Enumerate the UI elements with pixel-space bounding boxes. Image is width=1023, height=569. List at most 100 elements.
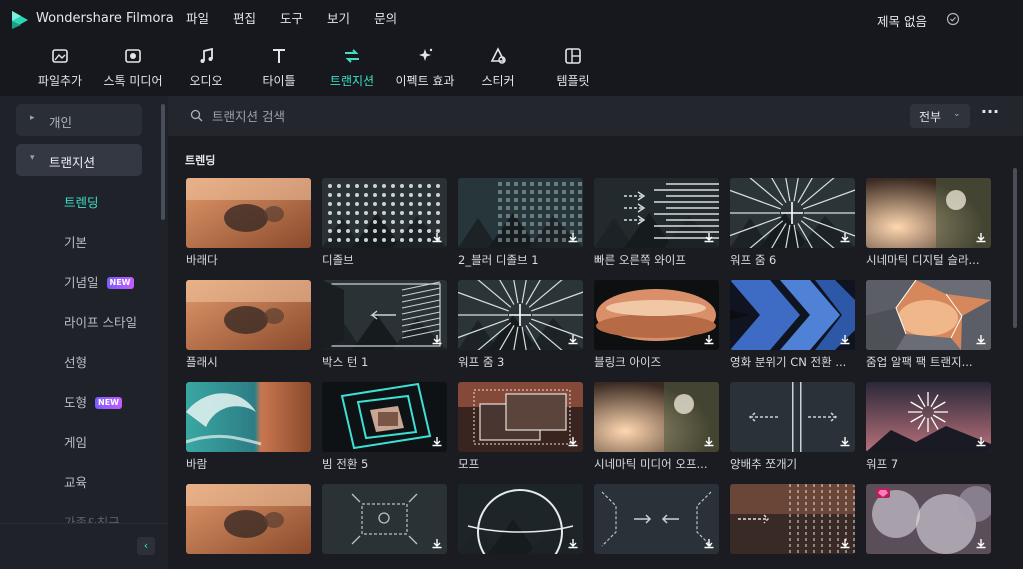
filter-dropdown[interactable]: 전부 ⌄ bbox=[910, 104, 970, 128]
transition-card[interactable]: 바람 bbox=[186, 382, 311, 472]
transition-card[interactable] bbox=[866, 484, 991, 569]
transition-thumbnail[interactable] bbox=[594, 280, 719, 350]
toolbar-tab[interactable]: 스톡 미디어 bbox=[99, 46, 167, 92]
more-options-icon[interactable]: ··· bbox=[979, 104, 1001, 126]
download-icon[interactable] bbox=[702, 231, 716, 245]
toolbar-tab[interactable]: 템플릿 bbox=[553, 46, 593, 92]
search-input[interactable] bbox=[212, 107, 612, 125]
transition-thumbnail[interactable] bbox=[458, 178, 583, 248]
grid-scrollbar[interactable] bbox=[1013, 168, 1017, 328]
toolbar-tab[interactable]: 이펙트 효과 bbox=[393, 46, 457, 92]
sidebar-item[interactable]: 선형 bbox=[64, 352, 87, 371]
transition-thumbnail[interactable] bbox=[458, 382, 583, 452]
transition-card[interactable] bbox=[594, 484, 719, 569]
saved-check-icon[interactable] bbox=[946, 12, 960, 26]
download-icon[interactable] bbox=[838, 333, 852, 347]
transition-thumbnail[interactable] bbox=[730, 484, 855, 554]
download-icon[interactable] bbox=[974, 537, 988, 551]
transition-thumbnail[interactable] bbox=[594, 484, 719, 554]
transition-card[interactable]: 영화 분위기 CN 전환 ... bbox=[730, 280, 855, 370]
toolbar-tab-label: 트랜지션 bbox=[329, 74, 375, 88]
transition-card[interactable] bbox=[458, 484, 583, 569]
transition-thumbnail[interactable] bbox=[458, 484, 583, 554]
toolbar-tab[interactable]: 트랜지션 bbox=[327, 46, 377, 92]
transition-card[interactable]: 2_블러 디졸브 1 bbox=[458, 178, 583, 268]
download-icon[interactable] bbox=[566, 333, 580, 347]
transition-card[interactable]: 디졸브 bbox=[322, 178, 447, 268]
collapse-sidebar-button[interactable]: ‹ bbox=[137, 537, 155, 555]
download-icon[interactable] bbox=[702, 333, 716, 347]
transition-card[interactable] bbox=[322, 484, 447, 569]
transition-thumbnail[interactable] bbox=[594, 382, 719, 452]
toolbar-tab[interactable]: 오디오 bbox=[186, 46, 226, 92]
sidebar-group-transitions[interactable]: ▾ 트랜지션 bbox=[16, 144, 142, 176]
sidebar-item[interactable]: 교육 bbox=[64, 472, 87, 491]
transition-thumbnail[interactable] bbox=[730, 280, 855, 350]
transition-card[interactable] bbox=[730, 484, 855, 569]
download-icon[interactable] bbox=[974, 435, 988, 449]
transition-card[interactable] bbox=[186, 484, 311, 569]
download-icon[interactable] bbox=[430, 231, 444, 245]
toolbar-tab[interactable]: 타이틀 bbox=[259, 46, 299, 92]
transition-thumbnail[interactable] bbox=[322, 382, 447, 452]
toolbar-tab[interactable]: 파일추가 bbox=[34, 46, 86, 92]
download-icon[interactable] bbox=[566, 231, 580, 245]
sidebar-item-label: 선형 bbox=[64, 355, 88, 370]
transition-card[interactable]: 워프 줌 3 bbox=[458, 280, 583, 370]
sidebar-item[interactable]: 도형 NEW bbox=[64, 392, 122, 411]
download-icon[interactable] bbox=[566, 435, 580, 449]
transition-thumbnail[interactable] bbox=[322, 484, 447, 554]
transition-thumbnail[interactable] bbox=[594, 178, 719, 248]
sidebar-group-personal[interactable]: ▸ 개인 bbox=[16, 104, 142, 136]
download-icon[interactable] bbox=[430, 537, 444, 551]
transition-thumbnail[interactable] bbox=[186, 280, 311, 350]
transition-card[interactable]: 블링크 아이즈 bbox=[594, 280, 719, 370]
download-icon[interactable] bbox=[838, 231, 852, 245]
download-icon[interactable] bbox=[838, 537, 852, 551]
transition-card[interactable]: 양배추 쪼개기 bbox=[730, 382, 855, 472]
sidebar-item[interactable]: 라이프 스타일 bbox=[64, 312, 137, 331]
transition-thumbnail[interactable] bbox=[186, 382, 311, 452]
download-icon[interactable] bbox=[430, 333, 444, 347]
download-icon[interactable] bbox=[566, 537, 580, 551]
transition-thumbnail[interactable] bbox=[866, 280, 991, 350]
transition-card[interactable]: 줌업 알팩 팩 트랜지... bbox=[866, 280, 991, 370]
sidebar-scrollbar[interactable] bbox=[161, 104, 165, 220]
transition-card[interactable]: 시네마틱 미디어 오프... bbox=[594, 382, 719, 472]
transition-thumbnail[interactable] bbox=[458, 280, 583, 350]
transition-card[interactable]: 모프 bbox=[458, 382, 583, 472]
transition-card[interactable]: 워프 줌 6 bbox=[730, 178, 855, 268]
sidebar-item[interactable]: 기념일 NEW bbox=[64, 272, 134, 291]
download-icon[interactable] bbox=[702, 537, 716, 551]
sidebar-item[interactable]: 트렌딩 bbox=[64, 192, 99, 211]
menu-item[interactable]: 보기 bbox=[327, 0, 350, 38]
download-icon[interactable] bbox=[430, 435, 444, 449]
transition-thumbnail[interactable] bbox=[322, 280, 447, 350]
transition-card[interactable]: 바래다 bbox=[186, 178, 311, 268]
download-icon[interactable] bbox=[974, 333, 988, 347]
transition-thumbnail[interactable] bbox=[730, 178, 855, 248]
transition-thumbnail[interactable] bbox=[866, 382, 991, 452]
sidebar-item[interactable]: 기본 bbox=[64, 232, 87, 251]
sidebar-item[interactable]: 게임 bbox=[64, 432, 87, 451]
transition-card[interactable]: 박스 턴 1 bbox=[322, 280, 447, 370]
download-icon[interactable] bbox=[838, 435, 852, 449]
transition-thumbnail[interactable] bbox=[322, 178, 447, 248]
transition-card[interactable]: 워프 7 bbox=[866, 382, 991, 472]
transition-card[interactable]: 빠른 오른쪽 와이프 bbox=[594, 178, 719, 268]
transition-thumbnail[interactable] bbox=[730, 382, 855, 452]
toolbar-tab[interactable]: 스티커 bbox=[478, 46, 518, 92]
download-icon[interactable] bbox=[974, 231, 988, 245]
transition-thumbnail[interactable] bbox=[866, 178, 991, 248]
menu-item[interactable]: 편집 bbox=[233, 0, 256, 38]
transition-thumbnail[interactable] bbox=[186, 178, 311, 248]
menu-item[interactable]: 문의 bbox=[374, 0, 397, 38]
download-icon[interactable] bbox=[702, 435, 716, 449]
transition-card[interactable]: 빔 전환 5 bbox=[322, 382, 447, 472]
transition-thumbnail[interactable] bbox=[866, 484, 991, 554]
transition-thumbnail[interactable] bbox=[186, 484, 311, 554]
transition-card[interactable]: 플래시 bbox=[186, 280, 311, 370]
menu-item[interactable]: 도구 bbox=[280, 0, 303, 38]
transition-card[interactable]: 시네마틱 디지털 슬라... bbox=[866, 178, 991, 268]
menu-item[interactable]: 파일 bbox=[186, 0, 209, 38]
